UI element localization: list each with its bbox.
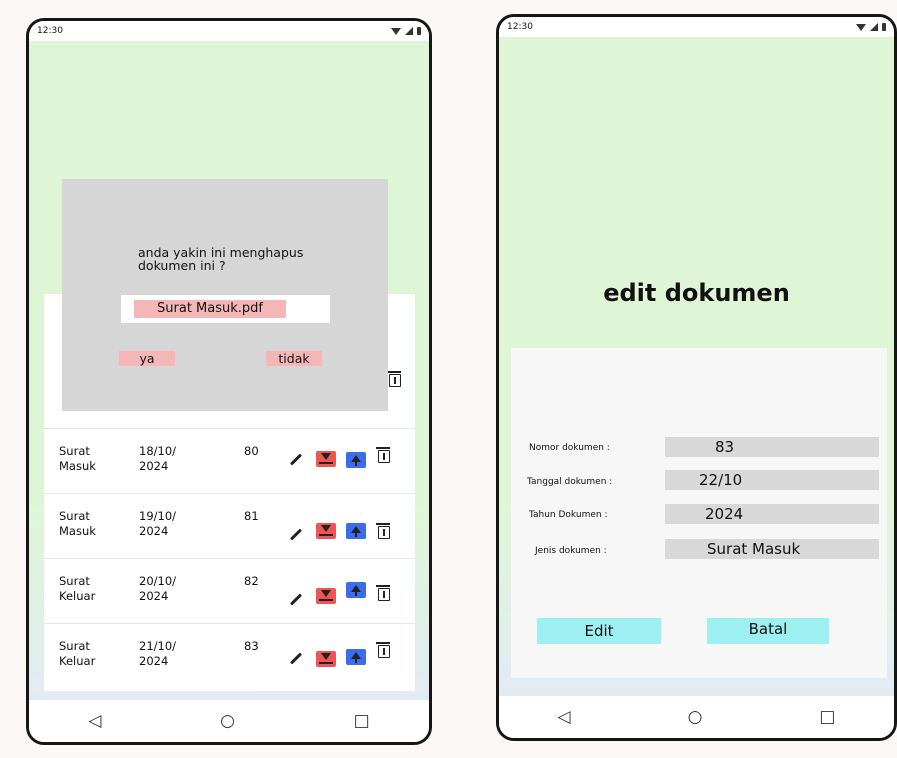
home-icon[interactable]: ○ xyxy=(688,708,703,726)
download-icon[interactable] xyxy=(316,588,336,604)
cell-jenis: Surat Keluar xyxy=(59,639,95,669)
pencil-icon[interactable] xyxy=(289,528,303,541)
phone-edit-document: 12:30 edit dokumen Nomor dokumen : 83 Ta… xyxy=(496,14,897,741)
table-row[interactable]: Surat Keluar 20/10/ 2024 82 xyxy=(44,558,415,623)
jenis-line: Surat xyxy=(59,574,90,588)
status-bar: 12:30 xyxy=(29,21,429,41)
tanggal-line: 2024 xyxy=(139,524,169,538)
trash-icon[interactable] xyxy=(376,585,390,601)
status-icons xyxy=(391,27,421,35)
tanggal-line: 2024 xyxy=(139,459,169,473)
jenis-field[interactable]: Surat Masuk xyxy=(665,539,879,559)
trash-icon[interactable] xyxy=(387,371,401,387)
jenis-line: Surat xyxy=(59,639,90,653)
screen-background: Surat Masuk 18/10/ 2024 80 Surat Masuk 1… xyxy=(29,41,429,700)
tanggal-line: 19/10/ xyxy=(139,509,177,523)
jenis-line: Surat xyxy=(59,509,90,523)
signal-icon xyxy=(870,23,878,31)
nomor-field[interactable]: 83 xyxy=(665,437,879,457)
navigation-bar: ◁ ○ □ xyxy=(499,696,894,738)
nomor-label: Nomor dokumen : xyxy=(529,443,610,453)
upload-icon[interactable] xyxy=(346,649,366,665)
tanggal-field[interactable]: 22/10 xyxy=(665,470,879,490)
tahun-label: Tahun Dokumen : xyxy=(529,510,608,520)
battery-icon xyxy=(882,23,886,31)
cell-jenis: Surat Masuk xyxy=(59,509,96,539)
recents-icon[interactable]: □ xyxy=(819,708,835,726)
no-button[interactable]: tidak xyxy=(266,351,322,366)
edit-form: Nomor dokumen : 83 Tanggal dokumen : 22/… xyxy=(511,348,887,678)
cell-tanggal: 18/10/ 2024 xyxy=(139,444,176,474)
delete-confirm-dialog: anda yakin ini menghapus dokumen ini ? S… xyxy=(62,179,388,411)
row-divider xyxy=(44,558,415,559)
edit-button[interactable]: Edit xyxy=(537,618,661,644)
status-bar: 12:30 xyxy=(499,17,894,37)
cell-tanggal: 19/10/ 2024 xyxy=(139,509,176,539)
jenis-line: Surat xyxy=(59,444,90,458)
wifi-icon xyxy=(391,27,401,35)
back-icon[interactable]: ◁ xyxy=(88,712,101,730)
tanggal-line: 2024 xyxy=(139,654,169,668)
yes-button[interactable]: ya xyxy=(119,351,175,366)
row-divider xyxy=(44,623,415,624)
tanggal-line: 20/10/ xyxy=(139,574,177,588)
status-time: 12:30 xyxy=(37,26,63,36)
jenis-line: Keluar xyxy=(59,589,96,603)
upload-icon[interactable] xyxy=(346,582,366,598)
jenis-line: Masuk xyxy=(59,524,96,538)
upload-icon[interactable] xyxy=(346,452,366,468)
download-icon[interactable] xyxy=(316,651,336,667)
phone-delete-dialog: 12:30 Surat Masuk 18/10/ 2024 80 Surat M… xyxy=(26,18,432,745)
download-icon[interactable] xyxy=(316,451,336,467)
trash-icon[interactable] xyxy=(376,642,390,658)
status-time: 12:30 xyxy=(507,22,533,32)
home-icon[interactable]: ○ xyxy=(220,712,235,730)
navigation-bar: ◁ ○ □ xyxy=(29,700,429,742)
cell-tanggal: 21/10/ 2024 xyxy=(139,639,176,669)
file-name-box: Surat Masuk.pdf xyxy=(121,295,330,323)
tanggal-label: Tanggal dokumen : xyxy=(527,477,613,487)
trash-icon[interactable] xyxy=(376,447,390,463)
cell-jenis: Surat Keluar xyxy=(59,574,95,604)
pencil-icon[interactable] xyxy=(289,652,303,665)
signal-icon xyxy=(405,27,413,35)
table-row[interactable]: Surat Keluar 21/10/ 2024 83 xyxy=(44,623,415,688)
cancel-button[interactable]: Batal xyxy=(707,618,829,644)
cell-tanggal: 20/10/ 2024 xyxy=(139,574,176,604)
wifi-icon xyxy=(856,23,866,31)
jenis-line: Keluar xyxy=(59,654,96,668)
cell-nomor: 81 xyxy=(244,509,259,523)
screen-background: edit dokumen Nomor dokumen : 83 Tanggal … xyxy=(499,37,894,696)
cell-nomor: 82 xyxy=(244,574,259,588)
cell-nomor: 80 xyxy=(244,444,259,458)
upload-icon[interactable] xyxy=(346,523,366,539)
status-icons xyxy=(856,23,886,31)
jenis-label: Jenis dokumen : xyxy=(535,546,607,556)
back-icon[interactable]: ◁ xyxy=(558,708,571,726)
pencil-icon[interactable] xyxy=(289,593,303,606)
row-divider xyxy=(44,428,415,429)
cell-jenis: Surat Masuk xyxy=(59,444,96,474)
battery-icon xyxy=(417,27,421,35)
page-title: edit dokumen xyxy=(603,279,790,307)
table-row[interactable]: Surat Masuk 18/10/ 2024 80 xyxy=(44,428,415,493)
tanggal-line: 21/10/ xyxy=(139,639,177,653)
dialog-message: anda yakin ini menghapus dokumen ini ? xyxy=(138,245,304,273)
trash-icon[interactable] xyxy=(376,523,390,539)
pencil-icon[interactable] xyxy=(289,453,303,466)
tanggal-line: 18/10/ xyxy=(139,444,177,458)
download-icon[interactable] xyxy=(316,523,336,539)
cell-nomor: 83 xyxy=(244,639,259,653)
tanggal-line: 2024 xyxy=(139,589,169,603)
recents-icon[interactable]: □ xyxy=(354,712,370,730)
file-name: Surat Masuk.pdf xyxy=(134,300,286,318)
jenis-line: Masuk xyxy=(59,459,96,473)
row-divider xyxy=(44,493,415,494)
tahun-field[interactable]: 2024 xyxy=(665,504,879,524)
table-row[interactable]: Surat Masuk 19/10/ 2024 81 xyxy=(44,493,415,558)
